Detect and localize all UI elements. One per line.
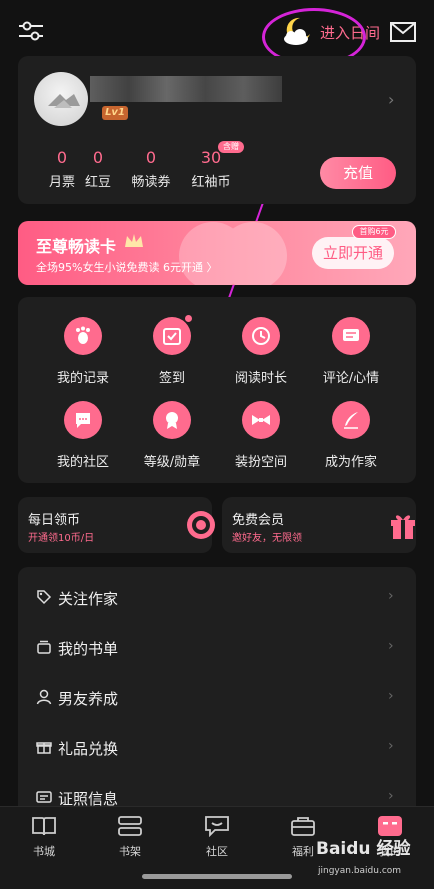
stat-label: 红袖币 [191, 175, 231, 190]
user-icon [36, 689, 52, 705]
menu-label: 礼品兑换 [58, 740, 119, 758]
gift-box-icon [391, 515, 415, 539]
mail-icon[interactable] [390, 22, 416, 42]
banner-decoration [179, 222, 287, 285]
menu-item-gift-exchange[interactable]: 礼品兑换 › [18, 723, 416, 773]
vip-subtitle[interactable]: 全场95%女生小说免费读 6元开通 〉 [36, 259, 217, 275]
medal-icon [153, 401, 191, 439]
crown-icon [125, 234, 143, 247]
menu-item-boyfriend[interactable]: 男友养成 › [18, 673, 416, 723]
comment-icon [332, 317, 370, 355]
grid-item-checkin[interactable]: 签到 [127, 315, 217, 386]
free-member-card[interactable]: 免费会员 邀好友，无限领 [222, 497, 416, 553]
top-bar: 进入日间 [0, 0, 434, 66]
booklist-icon [37, 640, 51, 654]
grid-item-reading-time[interactable]: 阅读时长 [216, 317, 306, 386]
menu-label: 关注作家 [58, 590, 119, 608]
coin-icon [187, 511, 215, 539]
grid-label: 我的记录 [56, 371, 109, 386]
footprint-icon [64, 317, 102, 355]
grid-label: 成为作家 [324, 455, 377, 470]
clock-icon [242, 317, 280, 355]
grid-item-level-medal[interactable]: 等级/勋章 [127, 401, 217, 470]
community-icon [205, 816, 229, 837]
menu-item-book-list[interactable]: 我的书单 › [18, 623, 416, 673]
free-member-title: 免费会员 [232, 513, 285, 528]
chat-icon [64, 401, 102, 439]
daily-coin-subtitle: 开通领10币/日 [28, 533, 95, 544]
settings-sliders-icon[interactable] [18, 20, 44, 42]
notification-dot [185, 315, 192, 322]
username-blurred [90, 76, 282, 102]
grid-label: 签到 [158, 371, 185, 386]
grid-item-records[interactable]: 我的记录 [38, 317, 128, 386]
grid-label: 等级/勋章 [143, 455, 201, 470]
tab-label: 书架 [119, 845, 141, 858]
tag-icon [37, 590, 52, 605]
baidu-watermark: Baidu 经验 jingyan.baidu.com [316, 834, 428, 884]
tab-label: 书城 [33, 845, 55, 858]
stat-read-voucher[interactable]: 0 畅读券 [126, 148, 176, 190]
chevron-right-icon: › [388, 638, 394, 654]
grid-label: 评论/心情 [322, 371, 380, 386]
daily-coin-card[interactable]: 每日领币 开通领10币/日 [18, 497, 215, 553]
license-icon [36, 791, 52, 803]
grid-item-dress-up[interactable]: 装扮空间 [216, 401, 306, 470]
grid-item-become-writer[interactable]: 成为作家 [306, 401, 396, 470]
grid-label: 我的社区 [56, 455, 109, 470]
watermark-text: Baidu 经验 [316, 839, 411, 859]
feature-grid: 我的记录 签到 阅读时长 评论/心情 我的社区 等级/勋章 装扮空间 成为作家 [18, 297, 416, 483]
profile-card[interactable]: Lv1 › 0 月票 0 红豆 0 畅读券 30 红袖币 含赠 充值 [18, 56, 416, 204]
stat-coins[interactable]: 30 红袖币 [186, 148, 236, 190]
chevron-right-icon: › [388, 588, 394, 604]
gift-icon [36, 742, 52, 754]
welfare-icon [291, 817, 315, 836]
grid-label: 装扮空间 [234, 455, 287, 470]
grid-item-comments[interactable]: 评论/心情 [306, 317, 396, 386]
menu-label: 男友养成 [58, 690, 119, 708]
menu-list: 关注作家 › 我的书单 › 男友养成 › 礼品兑换 › 证照信息 › [18, 567, 416, 827]
menu-item-follow-authors[interactable]: 关注作家 › [18, 573, 416, 623]
book-icon [32, 817, 56, 836]
stat-label: 畅读券 [131, 175, 171, 190]
home-indicator[interactable] [142, 874, 292, 879]
avatar-mountain-icon [48, 94, 80, 108]
shelf-icon [118, 816, 142, 836]
checkin-icon [153, 317, 191, 355]
stat-red-bean[interactable]: 0 红豆 [76, 148, 120, 190]
vip-title: 至尊畅读卡 [36, 237, 117, 256]
grid-label: 阅读时长 [234, 371, 287, 386]
watermark-url: jingyan.baidu.com [318, 866, 402, 876]
activate-vip-button[interactable]: 立即开通 [312, 237, 394, 269]
first-purchase-tag: 首购6元 [352, 225, 396, 239]
recharge-button[interactable]: 充值 [320, 157, 396, 189]
bonus-tag: 含赠 [218, 141, 244, 153]
tab-community[interactable]: 社区 [187, 815, 247, 859]
chevron-right-icon: › [388, 688, 394, 704]
bowtie-icon [242, 401, 280, 439]
chevron-right-icon: › [388, 788, 394, 804]
menu-label: 我的书单 [58, 640, 119, 658]
quill-icon [332, 401, 370, 439]
stat-value: 0 [92, 148, 104, 167]
avatar[interactable] [34, 72, 88, 126]
stat-value: 0 [145, 148, 157, 167]
free-member-subtitle: 邀好友，无限领 [232, 533, 302, 544]
level-badge: Lv1 [102, 106, 128, 120]
grid-item-community[interactable]: 我的社区 [38, 401, 128, 470]
vip-banner[interactable]: 至尊畅读卡 全场95%女生小说免费读 6元开通 〉 立即开通 首购6元 [18, 221, 416, 285]
tab-label: 社区 [206, 845, 228, 858]
chevron-right-icon: › [388, 90, 395, 109]
stat-label: 红豆 [84, 175, 111, 190]
daily-coin-title: 每日领币 [28, 513, 81, 528]
tab-bookstore[interactable]: 书城 [14, 815, 74, 859]
chevron-right-icon: › [388, 738, 394, 754]
tab-bookshelf[interactable]: 书架 [100, 815, 160, 859]
